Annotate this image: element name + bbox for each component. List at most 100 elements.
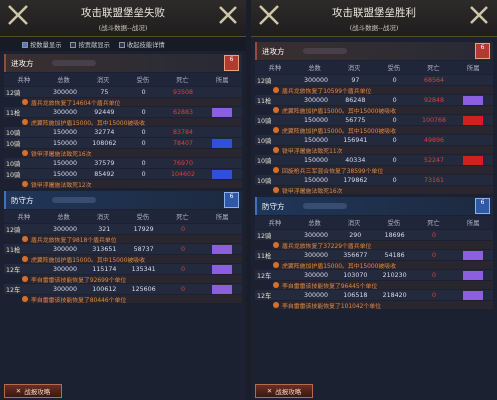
table-row[interactable]: 12骑 300000 97 0 68564 (255, 75, 493, 85)
table-row[interactable]: 12车 300000 115174 135341 0 (4, 264, 242, 274)
hurt-count: 0 (392, 116, 397, 124)
skill-icon (22, 256, 28, 262)
rear-guard-badge: 6 (475, 43, 490, 59)
table-row[interactable]: 11枪 300000 86248 0 92848 (255, 95, 493, 105)
kill-count: 321 (98, 225, 111, 233)
table-row[interactable]: 12骑 300000 290 18696 0 (255, 230, 493, 240)
dead-count: 93508 (172, 88, 193, 96)
display-options: 按数量显示 按贡献显示 收起技能详情 (0, 37, 246, 51)
table-row[interactable]: 10骑 150000 108062 0 78407 (4, 138, 242, 148)
checkbox-icon[interactable] (70, 41, 77, 48)
defender-section-header: 防守方 6 (4, 191, 242, 209)
hurt-count: 0 (141, 170, 146, 178)
total-count: 300000 (303, 291, 329, 299)
report-subtitle: (战斗数据--战况) (349, 24, 399, 32)
skill-note: 虎翼阵施加护盾15000。其中15000被吸收 (273, 106, 493, 115)
skill-icon (273, 107, 279, 113)
total-count: 150000 (303, 156, 329, 164)
kill-count: 103070 (343, 271, 368, 279)
hurt-count: 218420 (382, 291, 407, 299)
unit-type: 11枪 (257, 252, 272, 260)
attacker-section-header: 进攻方 6 (4, 54, 242, 72)
rear-guard-badge: 6 (224, 192, 239, 208)
hurt-count: 0 (392, 176, 397, 184)
kill-count: 37579 (94, 159, 115, 167)
kill-count: 115174 (92, 265, 117, 273)
battle-guide-button[interactable]: ✕ 战报攻略 (255, 384, 313, 398)
owner-cell (203, 284, 242, 294)
table-row[interactable]: 12车 300000 100612 125606 0 (4, 284, 242, 294)
skill-icon (22, 276, 28, 282)
defender-name-blurred (302, 203, 347, 209)
hurt-count: 210230 (382, 271, 407, 279)
table-row[interactable]: 10骑 150000 179862 0 73161 (255, 175, 493, 185)
table-row[interactable]: 10骑 150000 37579 0 76970 (4, 158, 242, 168)
unit-type: 11枪 (6, 246, 21, 254)
report-subtitle: (战斗数据--战况) (98, 24, 148, 32)
unit-type: 10骑 (257, 177, 272, 185)
dead-count: 0 (180, 245, 185, 253)
total-count: 150000 (52, 139, 78, 147)
skill-note: 铁甲浮屠施法致死12次 (22, 180, 242, 189)
table-row[interactable]: 10骑 150000 85492 0 104602 (4, 169, 242, 179)
skill-icon (273, 147, 279, 153)
option-by-count[interactable]: 按数量显示 (22, 40, 61, 49)
owner-redacted-block (212, 264, 233, 274)
option-collapse-skills[interactable]: 收起技能详情 (118, 40, 165, 49)
owner-redacted-block (463, 115, 484, 125)
table-row[interactable]: 11枪 300000 92449 0 62883 (4, 107, 242, 117)
owner-redacted-block (463, 155, 484, 165)
owner-cell (454, 115, 493, 125)
owner-cell (203, 169, 242, 179)
owner-redacted-block (212, 244, 233, 254)
table-row[interactable]: 10骑 150000 40334 0 52247 (255, 155, 493, 165)
dead-count: 0 (431, 291, 436, 299)
table-row[interactable]: 10骑 150000 32774 0 83784 (4, 127, 242, 137)
defender-label: 防守方 (11, 195, 34, 205)
dead-count: 83784 (172, 128, 193, 136)
kill-count: 156941 (343, 136, 368, 144)
close-icon[interactable] (216, 3, 240, 27)
table-row[interactable]: 12车 300000 103070 210230 0 (255, 270, 493, 280)
unit-type: 10骑 (6, 160, 21, 168)
table-row[interactable]: 11枪 300000 313651 58737 0 (4, 244, 242, 254)
owner-cell (454, 270, 493, 280)
attacker-name-blurred (302, 48, 347, 54)
total-count: 150000 (52, 170, 78, 178)
unit-type: 10骑 (257, 157, 272, 165)
table-row[interactable]: 12骑 300000 75 0 93508 (4, 87, 242, 97)
option-by-contribution[interactable]: 按贡献显示 (70, 40, 110, 49)
total-count: 300000 (303, 271, 329, 279)
dead-count: 0 (180, 285, 185, 293)
dead-count: 52247 (423, 156, 444, 164)
owner-cell (203, 138, 242, 148)
hurt-count: 0 (141, 139, 146, 147)
right-battle-report: 攻击联盟堡垒胜利 (战斗数据--战况) 进攻方 6 兵种 总数 消灭 受伤 死亡 所属 1… (251, 0, 497, 400)
table-row[interactable]: 10骑 150000 156941 0 49896 (255, 135, 493, 145)
table-row[interactable]: 12车 300000 106518 218420 0 (255, 290, 493, 300)
hurt-count: 0 (392, 156, 397, 164)
dead-count: 76970 (172, 159, 193, 167)
skill-note: 李自雷雷该技能恢复了80446个单位 (22, 295, 242, 304)
kill-count: 106518 (343, 291, 368, 299)
table-row[interactable]: 11枪 300000 356677 54186 0 (255, 250, 493, 260)
checkbox-icon[interactable] (118, 41, 125, 48)
unit-type: 12车 (257, 272, 272, 280)
battle-guide-button[interactable]: ✕ 战报攻略 (4, 384, 62, 398)
kill-count: 179862 (343, 176, 368, 184)
table-row[interactable]: 12骑 300000 321 17929 0 (4, 224, 242, 234)
owner-cell (454, 290, 493, 300)
table-row[interactable]: 10骑 150000 56775 0 100768 (255, 115, 493, 125)
skill-note: 李自雷雷该技能恢复了96445个单位 (273, 281, 493, 290)
hurt-count: 0 (392, 96, 397, 104)
kill-count: 100612 (92, 285, 117, 293)
kill-count: 290 (349, 231, 362, 239)
close-icon[interactable] (467, 3, 491, 27)
unit-type: 10骑 (257, 117, 272, 125)
kill-count: 85492 (94, 170, 115, 178)
dead-count: 0 (431, 271, 436, 279)
unit-type: 12骑 (257, 77, 272, 85)
owner-redacted-block (463, 270, 484, 280)
checkbox-icon[interactable] (22, 41, 28, 48)
total-count: 300000 (52, 265, 78, 273)
